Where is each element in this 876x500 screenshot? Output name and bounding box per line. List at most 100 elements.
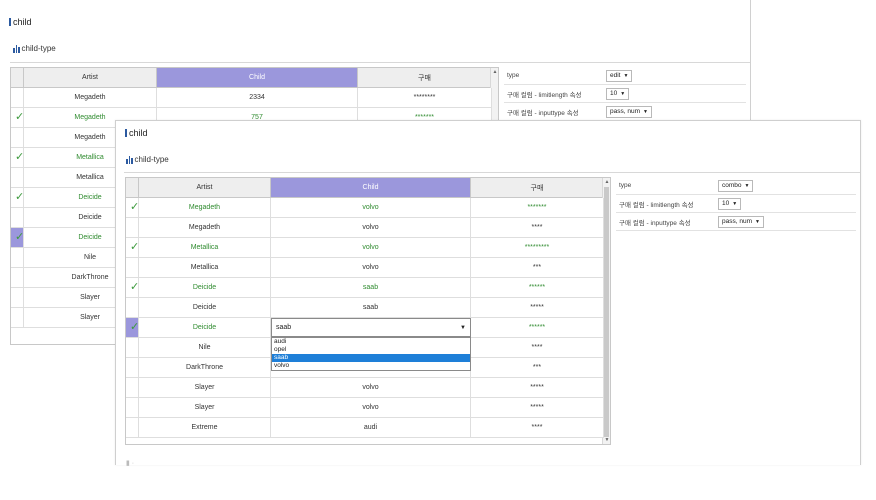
- property-value[interactable]: pass, num ▼: [718, 215, 764, 228]
- cell-child[interactable]: audi: [271, 418, 471, 437]
- cell-artist[interactable]: DarkThrone: [139, 358, 271, 377]
- row-check-cell[interactable]: ✓: [11, 188, 24, 207]
- row-check-cell[interactable]: [126, 298, 139, 317]
- row-check-cell[interactable]: [11, 308, 24, 327]
- cell-purchase[interactable]: ******: [471, 318, 604, 337]
- header-artist[interactable]: Artist: [24, 68, 157, 87]
- cell-child[interactable]: volvo: [271, 218, 471, 237]
- row-check-cell[interactable]: [126, 358, 139, 377]
- cell-child[interactable]: volvo: [271, 258, 471, 277]
- cell-artist[interactable]: Megadeth: [139, 198, 271, 217]
- cell-artist[interactable]: Megadeth: [139, 218, 271, 237]
- property-value[interactable]: 10 ▼: [718, 197, 742, 210]
- chevron-down-icon[interactable]: ▼: [732, 201, 737, 207]
- chevron-down-icon[interactable]: ▼: [745, 183, 750, 189]
- cell-child[interactable]: 2334: [157, 88, 358, 107]
- cell-purchase[interactable]: *****: [471, 398, 604, 417]
- cell-purchase[interactable]: ******: [471, 278, 604, 297]
- property-value[interactable]: combo ▼: [718, 179, 754, 192]
- cell-artist[interactable]: Extreme: [139, 418, 271, 437]
- row-check-cell[interactable]: [11, 88, 24, 107]
- combo-dropdown-list[interactable]: audi opel saab volvo: [271, 337, 471, 371]
- row-check-cell[interactable]: [126, 418, 139, 437]
- cell-purchase[interactable]: *****: [471, 298, 604, 317]
- cell-purchase[interactable]: *********: [471, 238, 604, 257]
- row-check-cell[interactable]: [126, 338, 139, 357]
- row-check-cell[interactable]: [126, 378, 139, 397]
- row-check-cell[interactable]: ✓: [126, 198, 139, 217]
- cell-artist[interactable]: Deicide: [139, 318, 271, 337]
- front-grid[interactable]: Artist Child 구매 ▲ ▼ ✓ Megadeth volvo ******…: [125, 177, 611, 445]
- scroll-down-icon[interactable]: ▼: [603, 437, 610, 443]
- chevron-down-icon[interactable]: ▼: [755, 219, 760, 225]
- header-child[interactable]: Child: [157, 68, 358, 87]
- row-check-cell[interactable]: ✓: [11, 228, 24, 247]
- table-row[interactable]: Megadeth volvo ****: [126, 218, 604, 238]
- row-check-cell[interactable]: ✓: [126, 238, 139, 257]
- header-purchase[interactable]: 구매: [471, 178, 604, 197]
- property-value[interactable]: pass, num ▼: [606, 105, 652, 118]
- table-row[interactable]: ✓ Megadeth volvo *******: [126, 198, 604, 218]
- table-row[interactable]: Slayer volvo *****: [126, 398, 604, 418]
- combo-option[interactable]: opel: [272, 346, 470, 354]
- chevron-down-icon[interactable]: ▼: [460, 325, 466, 331]
- cell-purchase[interactable]: ****: [471, 218, 604, 237]
- header-artist[interactable]: Artist: [139, 178, 271, 197]
- cell-purchase[interactable]: ****: [471, 418, 604, 437]
- cell-artist[interactable]: Deicide: [139, 278, 271, 297]
- row-check-cell[interactable]: ✓: [126, 278, 139, 297]
- chevron-down-icon[interactable]: ▼: [643, 109, 648, 115]
- table-row[interactable]: ✓ Metallica volvo *********: [126, 238, 604, 258]
- table-row[interactable]: Megadeth 2334 ********: [11, 88, 492, 108]
- property-value[interactable]: edit ▼: [606, 69, 633, 82]
- cell-artist[interactable]: Slayer: [139, 398, 271, 417]
- cell-purchase[interactable]: ****: [471, 338, 604, 357]
- table-row[interactable]: Metallica volvo ***: [126, 258, 604, 278]
- cell-artist[interactable]: Slayer: [139, 378, 271, 397]
- cell-purchase[interactable]: *****: [471, 378, 604, 397]
- row-check-cell[interactable]: ✓: [11, 148, 24, 167]
- property-select[interactable]: combo ▼: [718, 179, 754, 192]
- scroll-up-icon[interactable]: ▲: [491, 69, 498, 75]
- cell-child[interactable]: volvo: [271, 378, 471, 397]
- cell-artist[interactable]: Megadeth: [24, 88, 157, 107]
- table-row[interactable]: Extreme audi ****: [126, 418, 604, 438]
- cell-child[interactable]: volvo: [271, 198, 471, 217]
- combo-option[interactable]: volvo: [272, 362, 470, 370]
- row-check-cell[interactable]: [11, 268, 24, 287]
- cell-purchase[interactable]: ********: [358, 88, 492, 107]
- row-check-cell[interactable]: [11, 128, 24, 147]
- cell-child[interactable]: saab: [271, 278, 471, 297]
- property-select[interactable]: edit ▼: [606, 69, 633, 82]
- combo-option[interactable]: saab: [272, 354, 470, 362]
- cell-child[interactable]: volvo: [271, 398, 471, 417]
- chevron-down-icon[interactable]: ▼: [620, 91, 625, 97]
- table-row[interactable]: Deicide saab *****: [126, 298, 604, 318]
- property-select[interactable]: 10 ▼: [606, 87, 630, 100]
- chevron-down-icon[interactable]: ▼: [623, 73, 628, 79]
- cell-purchase[interactable]: ***: [471, 358, 604, 377]
- row-check-cell[interactable]: [11, 248, 24, 267]
- header-purchase[interactable]: 구매: [358, 68, 492, 87]
- cell-artist[interactable]: Metallica: [139, 258, 271, 277]
- header-child[interactable]: Child: [271, 178, 471, 197]
- combo-option[interactable]: audi: [272, 338, 470, 346]
- table-row[interactable]: ✓ Deicide saab ▼ audi opel saab volvo ******: [126, 318, 604, 371]
- cell-child[interactable]: saab ▼ audi opel saab volvo: [271, 318, 471, 371]
- cell-purchase[interactable]: *******: [471, 198, 604, 217]
- cell-artist[interactable]: Metallica: [139, 238, 271, 257]
- cell-artist[interactable]: Nile: [139, 338, 271, 357]
- row-check-cell[interactable]: ✓: [126, 318, 139, 337]
- row-check-cell[interactable]: [126, 258, 139, 277]
- row-check-cell[interactable]: [11, 288, 24, 307]
- row-check-cell[interactable]: ✓: [11, 108, 24, 127]
- property-select[interactable]: pass, num ▼: [718, 215, 764, 228]
- property-select[interactable]: 10 ▼: [718, 197, 742, 210]
- cell-purchase[interactable]: ***: [471, 258, 604, 277]
- table-row[interactable]: ✓ Deicide saab ******: [126, 278, 604, 298]
- cell-child[interactable]: saab: [271, 298, 471, 317]
- property-value[interactable]: 10 ▼: [606, 87, 630, 100]
- scroll-up-icon[interactable]: ▲: [603, 179, 610, 185]
- row-check-cell[interactable]: [11, 168, 24, 187]
- cell-child[interactable]: volvo: [271, 238, 471, 257]
